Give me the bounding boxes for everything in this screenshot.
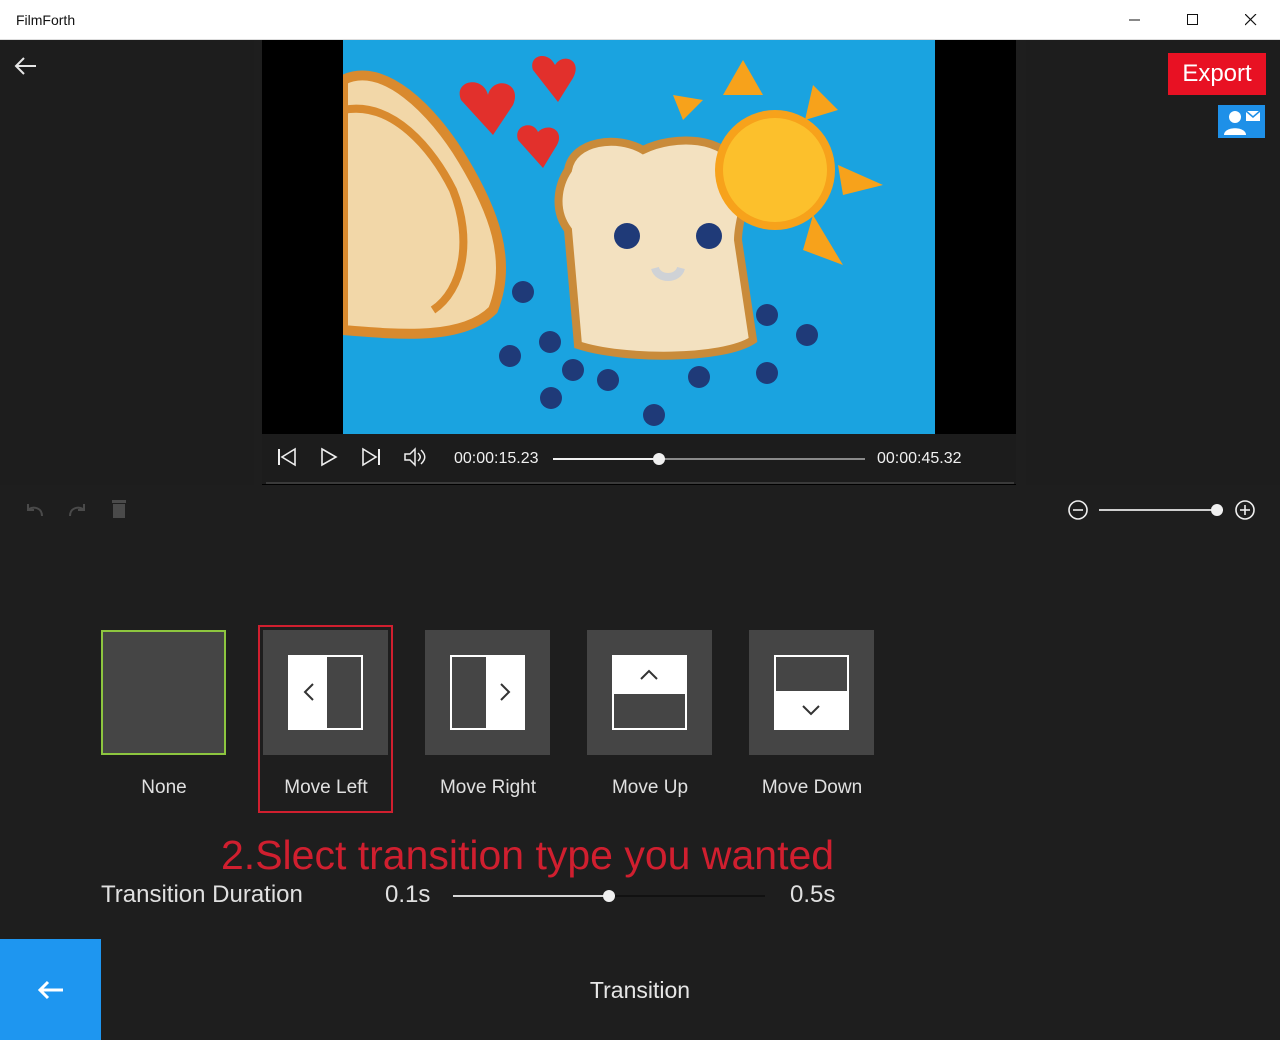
contact-button[interactable] [1218,105,1265,138]
move-right-icon [450,655,525,730]
left-pane [0,40,254,485]
undo-icon [27,504,43,517]
volume-button[interactable] [403,446,427,468]
video-frame[interactable] [338,40,935,434]
zoom-thumb[interactable] [1211,504,1223,516]
transition-duration-label: Transition Duration [101,881,303,908]
skip-forward-icon [362,447,380,467]
transition-move-down-tile[interactable] [749,630,874,755]
duration-slider[interactable] [453,889,765,903]
contact-mail-icon [1223,109,1260,135]
previous-button[interactable] [276,446,298,468]
duration-thumb[interactable] [603,890,615,902]
volume-icon [404,447,426,467]
close-icon [1245,14,1257,26]
arrow-left-icon [37,980,63,999]
zoom-out-icon [1068,500,1088,520]
transition-move-up-label: Move Up [611,777,689,798]
play-button[interactable] [318,446,340,468]
minimize-button[interactable] [1106,0,1164,40]
maximize-icon [1187,14,1198,25]
transition-none-label: None [141,777,187,798]
duration-max-label: 0.5s [790,881,836,908]
duration-track [609,895,765,897]
duration-track-filled [453,895,609,897]
transition-none-tile[interactable] [101,630,226,755]
trash-icon [112,500,126,518]
transition-move-right-tile[interactable] [425,630,550,755]
zoom-slider[interactable] [1099,503,1223,517]
maximize-button[interactable] [1164,0,1222,40]
tutorial-annotation: 2.Slect transition type you wanted [221,832,835,878]
next-button[interactable] [360,446,382,468]
timeline-divider [266,482,1014,484]
current-time: 00:00:15.23 [454,450,539,467]
play-icon [321,447,338,467]
skip-back-icon [278,447,296,467]
move-up-icon [612,655,687,730]
redo-button[interactable] [66,500,88,520]
redo-icon [69,504,85,517]
video-preview-image [338,40,935,434]
close-button[interactable] [1222,0,1280,40]
move-down-icon [774,655,849,730]
export-button[interactable]: Export [1168,53,1266,95]
zoom-in-button[interactable] [1234,499,1256,521]
transition-move-down-label: Move Down [761,777,863,798]
duration-min-label: 0.1s [385,881,431,908]
title-bar: FilmForth [0,0,1280,40]
seek-progress [553,458,659,460]
seek-slider[interactable] [553,452,865,466]
transition-move-up-tile[interactable] [587,630,712,755]
delete-button[interactable] [109,498,129,520]
back-to-editor-button[interactable] [0,939,101,1040]
seek-thumb[interactable] [653,453,665,465]
total-time: 00:00:45.32 [877,450,962,467]
zoom-out-button[interactable] [1067,499,1089,521]
zoom-track [1099,509,1223,511]
selection-highlight-box [258,625,393,813]
transition-move-right-label: Move Right [439,777,537,798]
undo-button[interactable] [24,500,46,520]
back-arrow-icon [14,57,36,75]
minimize-icon [1129,19,1140,21]
panel-title: Transition [589,977,691,1003]
back-button[interactable] [12,52,42,80]
seek-track [659,458,865,460]
zoom-in-icon [1235,500,1255,520]
app-title: FilmForth [16,12,76,28]
